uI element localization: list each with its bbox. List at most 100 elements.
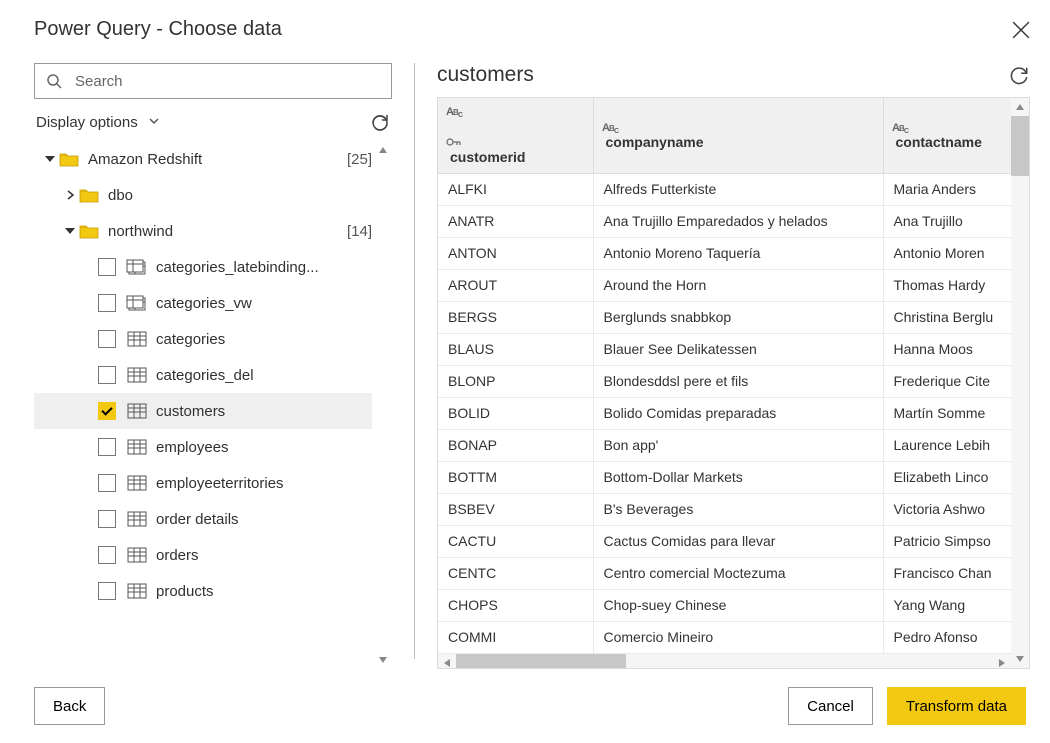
folder-icon	[78, 223, 100, 239]
table-row[interactable]: CHOPSChop-suey ChineseYang Wang	[438, 589, 1011, 621]
tree-leaf[interactable]: categories_del	[34, 357, 372, 393]
search-icon	[46, 73, 62, 89]
transform-data-button[interactable]: Transform data	[887, 687, 1026, 725]
back-button[interactable]: Back	[34, 687, 105, 725]
checkbox[interactable]	[98, 546, 116, 564]
refresh-tree-button[interactable]	[370, 113, 390, 133]
scroll-left-icon[interactable]	[438, 654, 456, 668]
table-icon	[126, 403, 148, 419]
scroll-up-icon[interactable]	[374, 141, 392, 159]
table-row[interactable]: BOTTMBottom-Dollar MarketsElizabeth Linc…	[438, 461, 1011, 493]
tree-leaf[interactable]: categories_vw	[34, 285, 372, 321]
table-cell: AROUT	[438, 269, 593, 301]
table-row[interactable]: BONAPBon app'Laurence Lebih	[438, 429, 1011, 461]
display-options-toggle[interactable]: Display options	[36, 114, 160, 132]
cancel-button[interactable]: Cancel	[788, 687, 873, 725]
vertical-scrollbar[interactable]	[1011, 98, 1029, 668]
table-cell: Alfreds Futterkiste	[593, 173, 883, 205]
footer-right: Cancel Transform data	[788, 687, 1026, 725]
table-row[interactable]: BLONPBlondesddsl pere et filsFrederique …	[438, 365, 1011, 397]
table-cell: ALFKI	[438, 173, 593, 205]
table-row[interactable]: COMMIComercio MineiroPedro Afonso	[438, 621, 1011, 653]
checkbox[interactable]	[98, 438, 116, 456]
text-type-icon: ABC	[446, 104, 585, 118]
table-cell: CHOPS	[438, 589, 593, 621]
checkbox[interactable]	[98, 474, 116, 492]
table-icon	[126, 331, 148, 347]
checkbox[interactable]	[98, 582, 116, 600]
column-header-contactname[interactable]: ABC contactname	[883, 98, 1011, 173]
checkbox[interactable]	[98, 330, 116, 348]
table-cell: Ana Trujillo Emparedados y helados	[593, 205, 883, 237]
checkbox[interactable]	[98, 258, 116, 276]
key-icon	[446, 135, 585, 149]
scroll-right-icon[interactable]	[993, 654, 1011, 668]
caret-right-icon[interactable]	[62, 190, 78, 200]
scroll-thumb[interactable]	[456, 654, 626, 668]
tree-leaf[interactable]: categories_latebinding...	[34, 249, 372, 285]
preview-table: ABC customerid ABC companyname ABC conta…	[438, 98, 1011, 654]
table-row[interactable]: BSBEVB's BeveragesVictoria Ashwo	[438, 493, 1011, 525]
table-cell: Antonio Moreno Taquería	[593, 237, 883, 269]
table-row[interactable]: AROUTAround the HornThomas Hardy	[438, 269, 1011, 301]
caret-down-icon[interactable]	[62, 226, 78, 236]
search-wrap	[34, 63, 392, 99]
close-button[interactable]	[1012, 21, 1030, 39]
table-cell: Bolido Comidas preparadas	[593, 397, 883, 429]
scroll-thumb[interactable]	[1011, 116, 1029, 176]
main-content: Display options Amazon R	[0, 53, 1050, 669]
tree-node-label: dbo	[108, 187, 372, 204]
tree-node-label: northwind	[108, 223, 339, 240]
search-input[interactable]	[34, 63, 392, 99]
checkbox[interactable]	[98, 294, 116, 312]
column-header-customerid[interactable]: ABC customerid	[438, 98, 593, 173]
checkbox[interactable]	[98, 510, 116, 528]
tree-node-dbo[interactable]: dbo	[34, 177, 372, 213]
table-row[interactable]: BERGSBerglunds snabbkopChristina Berglu	[438, 301, 1011, 333]
tree-leaf[interactable]: customers	[34, 393, 372, 429]
preview-header: customers	[437, 63, 1030, 97]
table-cell: BONAP	[438, 429, 593, 461]
table-cell: ANATR	[438, 205, 593, 237]
scroll-down-icon[interactable]	[374, 651, 392, 669]
table-icon	[126, 583, 148, 599]
tree-leaf[interactable]: categories	[34, 321, 372, 357]
tree-wrap: Amazon Redshift [25] dbo	[34, 141, 392, 669]
table-row[interactable]: ALFKIAlfreds FutterkisteMaria Anders	[438, 173, 1011, 205]
table-cell: Christina Berglu	[883, 301, 1011, 333]
table-row[interactable]: ANATRAna Trujillo Emparedados y heladosA…	[438, 205, 1011, 237]
table-row[interactable]: BOLIDBolido Comidas preparadasMartín Som…	[438, 397, 1011, 429]
table-cell: Francisco Chan	[883, 557, 1011, 589]
scroll-track[interactable]	[456, 654, 993, 668]
tree-node-root[interactable]: Amazon Redshift [25]	[34, 141, 372, 177]
tree-leaf[interactable]: orders	[34, 537, 372, 573]
table-row[interactable]: BLAUSBlauer See DelikatessenHanna Moos	[438, 333, 1011, 365]
tree-leaf[interactable]: employees	[34, 429, 372, 465]
text-type-icon: ABC	[602, 120, 875, 134]
table-row[interactable]: ANTONAntonio Moreno TaqueríaAntonio More…	[438, 237, 1011, 269]
table-row[interactable]: CENTCCentro comercial MoctezumaFrancisco…	[438, 557, 1011, 589]
caret-down-icon[interactable]	[42, 154, 58, 164]
view-icon	[126, 259, 148, 275]
checkbox[interactable]	[98, 366, 116, 384]
checkbox[interactable]	[98, 402, 116, 420]
tree-leaf-label: employees	[156, 439, 372, 456]
scroll-down-icon[interactable]	[1011, 650, 1029, 668]
table-icon	[126, 439, 148, 455]
table-cell: Thomas Hardy	[883, 269, 1011, 301]
table-row[interactable]: CACTUCactus Comidas para llevarPatricio …	[438, 525, 1011, 557]
tree-node-northwind[interactable]: northwind [14]	[34, 213, 372, 249]
table-header-row: ABC customerid ABC companyname ABC conta…	[438, 98, 1011, 173]
refresh-preview-button[interactable]	[1008, 65, 1028, 85]
tree-leaf[interactable]: employeeterritories	[34, 465, 372, 501]
object-tree[interactable]: Amazon Redshift [25] dbo	[34, 141, 392, 669]
tree-leaf[interactable]: order details	[34, 501, 372, 537]
table-icon	[126, 367, 148, 383]
tree-leaf[interactable]: products	[34, 573, 372, 609]
scroll-up-icon[interactable]	[1011, 98, 1029, 116]
horizontal-scrollbar[interactable]	[438, 654, 1011, 668]
column-header-companyname[interactable]: ABC companyname	[593, 98, 883, 173]
table-cell: BLAUS	[438, 333, 593, 365]
tree-scrollbar[interactable]	[374, 141, 392, 669]
table-icon	[126, 511, 148, 527]
